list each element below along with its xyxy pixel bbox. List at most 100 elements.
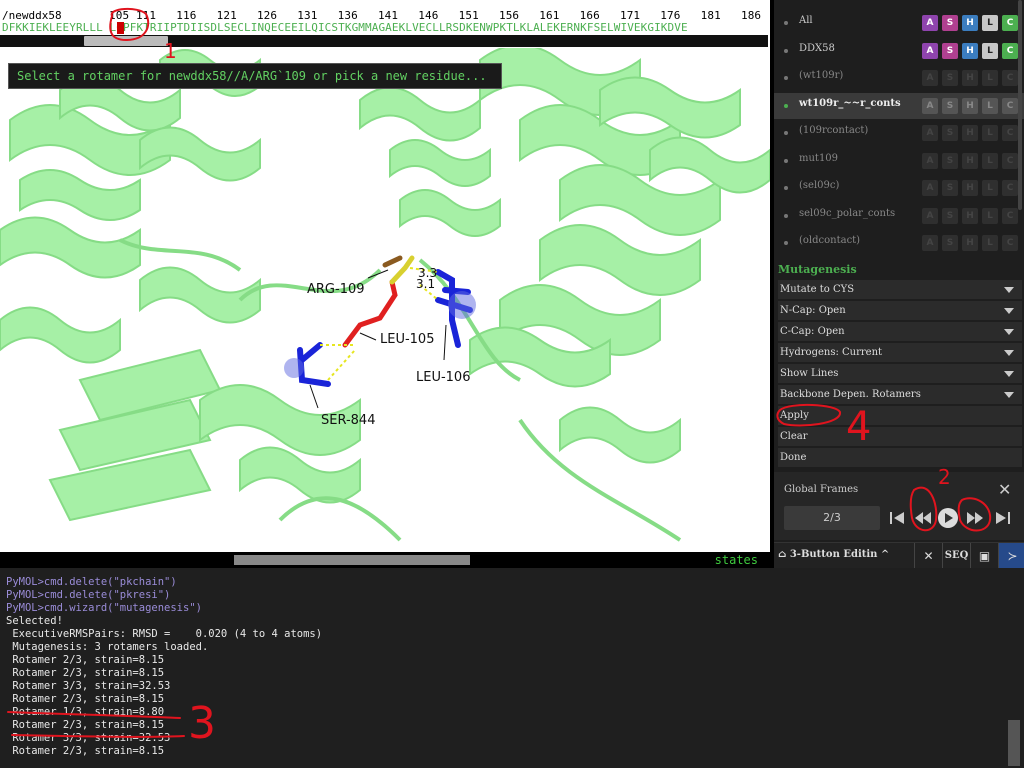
output-console[interactable]: PyMOL>cmd.delete("pkchain") PyMOL>cmd.del…: [0, 568, 1024, 768]
visibility-dot-icon[interactable]: [784, 76, 788, 80]
label-button[interactable]: L: [982, 97, 998, 114]
show-button[interactable]: S: [942, 97, 958, 114]
action-button[interactable]: A: [922, 180, 938, 196]
console-scrollbar[interactable]: [1008, 720, 1020, 766]
wizard-button[interactable]: Done: [778, 448, 1022, 467]
visibility-dot-icon[interactable]: [784, 48, 788, 53]
visibility-dot-icon[interactable]: [784, 213, 788, 218]
show-button[interactable]: S: [942, 235, 958, 251]
object-row[interactable]: sel09c_polar_conts A S H L C: [774, 203, 1024, 229]
fast-forward-icon[interactable]: [964, 506, 986, 530]
hide-button[interactable]: H: [962, 207, 978, 224]
molecular-viewer[interactable]: ARG-109 LEU-105 LEU-106 SER-844 3.3 3.1 …: [0, 0, 770, 568]
visibility-dot-icon[interactable]: [784, 21, 788, 25]
action-button[interactable]: A: [922, 15, 938, 31]
hide-button[interactable]: H: [962, 235, 978, 251]
hide-button[interactable]: H: [962, 97, 978, 114]
show-button[interactable]: S: [942, 180, 958, 196]
label-button[interactable]: L: [982, 15, 998, 31]
color-button[interactable]: C: [1002, 125, 1018, 141]
sequence-viewer[interactable]: /newddx58 105 111 116 121 126 131 136 14…: [0, 0, 770, 48]
last-frame-icon[interactable]: [992, 506, 1014, 530]
action-button[interactable]: A: [922, 152, 938, 169]
hide-button[interactable]: H: [962, 125, 978, 141]
hide-button[interactable]: H: [962, 180, 978, 196]
rewind-icon[interactable]: [912, 506, 934, 530]
action-button[interactable]: A: [922, 207, 938, 224]
selected-residue-marker[interactable]: [117, 22, 124, 34]
hide-button[interactable]: H: [962, 15, 978, 31]
action-button[interactable]: A: [922, 70, 938, 86]
visibility-dot-icon[interactable]: [784, 131, 788, 135]
wizard-dropdown[interactable]: C-Cap: Open: [778, 322, 1022, 341]
object-name[interactable]: DDX58: [799, 43, 835, 54]
label-button[interactable]: L: [982, 42, 998, 59]
object-list-scrollbar[interactable]: [1018, 0, 1022, 210]
visibility-dot-icon[interactable]: [784, 103, 788, 108]
show-button[interactable]: S: [942, 42, 958, 59]
seq-toggle-button[interactable]: SEQ: [942, 543, 970, 569]
label-button[interactable]: L: [982, 70, 998, 86]
color-button[interactable]: C: [1002, 42, 1018, 59]
label-button[interactable]: L: [982, 125, 998, 141]
visibility-dot-icon[interactable]: [784, 158, 788, 163]
show-button[interactable]: S: [942, 70, 958, 86]
visibility-dot-icon[interactable]: [784, 241, 788, 245]
states-scrollbar-thumb[interactable]: [234, 555, 470, 565]
sequence-scrollbar-thumb[interactable]: [84, 36, 168, 46]
color-button[interactable]: C: [1002, 235, 1018, 251]
wizard-dropdown[interactable]: N-Cap: Open: [778, 301, 1022, 320]
show-button[interactable]: S: [942, 207, 958, 224]
wizard-dropdown[interactable]: Hydrogens: Current: [778, 343, 1022, 362]
object-name[interactable]: All: [799, 15, 813, 26]
action-button[interactable]: A: [922, 235, 938, 251]
label-button[interactable]: L: [982, 207, 998, 224]
hide-button[interactable]: H: [962, 42, 978, 59]
object-row[interactable]: (oldcontact) A S H L C: [774, 230, 1024, 256]
close-icon[interactable]: ✕: [998, 480, 1011, 499]
object-row[interactable]: (wt109r) A S H L C: [774, 65, 1024, 91]
wizard-dropdown[interactable]: Show Lines: [778, 364, 1022, 383]
label-button[interactable]: L: [982, 235, 998, 251]
object-row[interactable]: All A S H L C: [774, 10, 1024, 36]
mouse-mode-label[interactable]: ⌂ 3-Button Editin ^: [778, 549, 889, 560]
wizard-button[interactable]: Apply: [778, 406, 1022, 425]
show-button[interactable]: S: [942, 15, 958, 31]
object-row[interactable]: wt109r_~~r_conts A S H L C: [774, 92, 1024, 119]
visibility-dot-icon[interactable]: [784, 186, 788, 190]
color-button[interactable]: C: [1002, 152, 1018, 169]
color-button[interactable]: C: [1002, 180, 1018, 196]
color-button[interactable]: C: [1002, 15, 1018, 31]
object-row[interactable]: mut109 A S H L C: [774, 148, 1024, 174]
hide-button[interactable]: H: [962, 70, 978, 86]
show-button[interactable]: S: [942, 125, 958, 141]
object-row[interactable]: (109rcontact) A S H L C: [774, 120, 1024, 146]
wizard-dropdown[interactable]: Mutate to CYS: [778, 280, 1022, 299]
object-name[interactable]: (oldcontact): [799, 235, 860, 246]
color-button[interactable]: C: [1002, 207, 1018, 224]
command-prompt-icon[interactable]: ≻: [998, 543, 1024, 569]
color-button[interactable]: C: [1002, 97, 1018, 114]
label-button[interactable]: L: [982, 152, 998, 169]
action-button[interactable]: A: [922, 97, 938, 114]
wizard-button[interactable]: Clear: [778, 427, 1022, 446]
camera-icon[interactable]: ▣: [970, 543, 998, 569]
object-name[interactable]: (109rcontact): [799, 125, 868, 136]
object-name[interactable]: wt109r_~~r_conts: [799, 98, 901, 109]
label-button[interactable]: L: [982, 180, 998, 196]
object-row[interactable]: (sel09c) A S H L C: [774, 175, 1024, 201]
close-icon[interactable]: ✕: [914, 543, 942, 569]
show-button[interactable]: S: [942, 152, 958, 169]
object-name[interactable]: (wt109r): [799, 70, 843, 81]
object-name[interactable]: mut109: [799, 153, 838, 164]
object-name[interactable]: sel09c_polar_conts: [799, 208, 895, 219]
hide-button[interactable]: H: [962, 152, 978, 169]
object-row[interactable]: DDX58 A S H L C: [774, 38, 1024, 64]
object-name[interactable]: (sel09c): [799, 180, 839, 191]
color-button[interactable]: C: [1002, 70, 1018, 86]
first-frame-icon[interactable]: [886, 506, 908, 530]
play-icon[interactable]: [936, 506, 960, 530]
action-button[interactable]: A: [922, 125, 938, 141]
wizard-dropdown[interactable]: Backbone Depen. Rotamers: [778, 385, 1022, 404]
action-button[interactable]: A: [922, 42, 938, 59]
